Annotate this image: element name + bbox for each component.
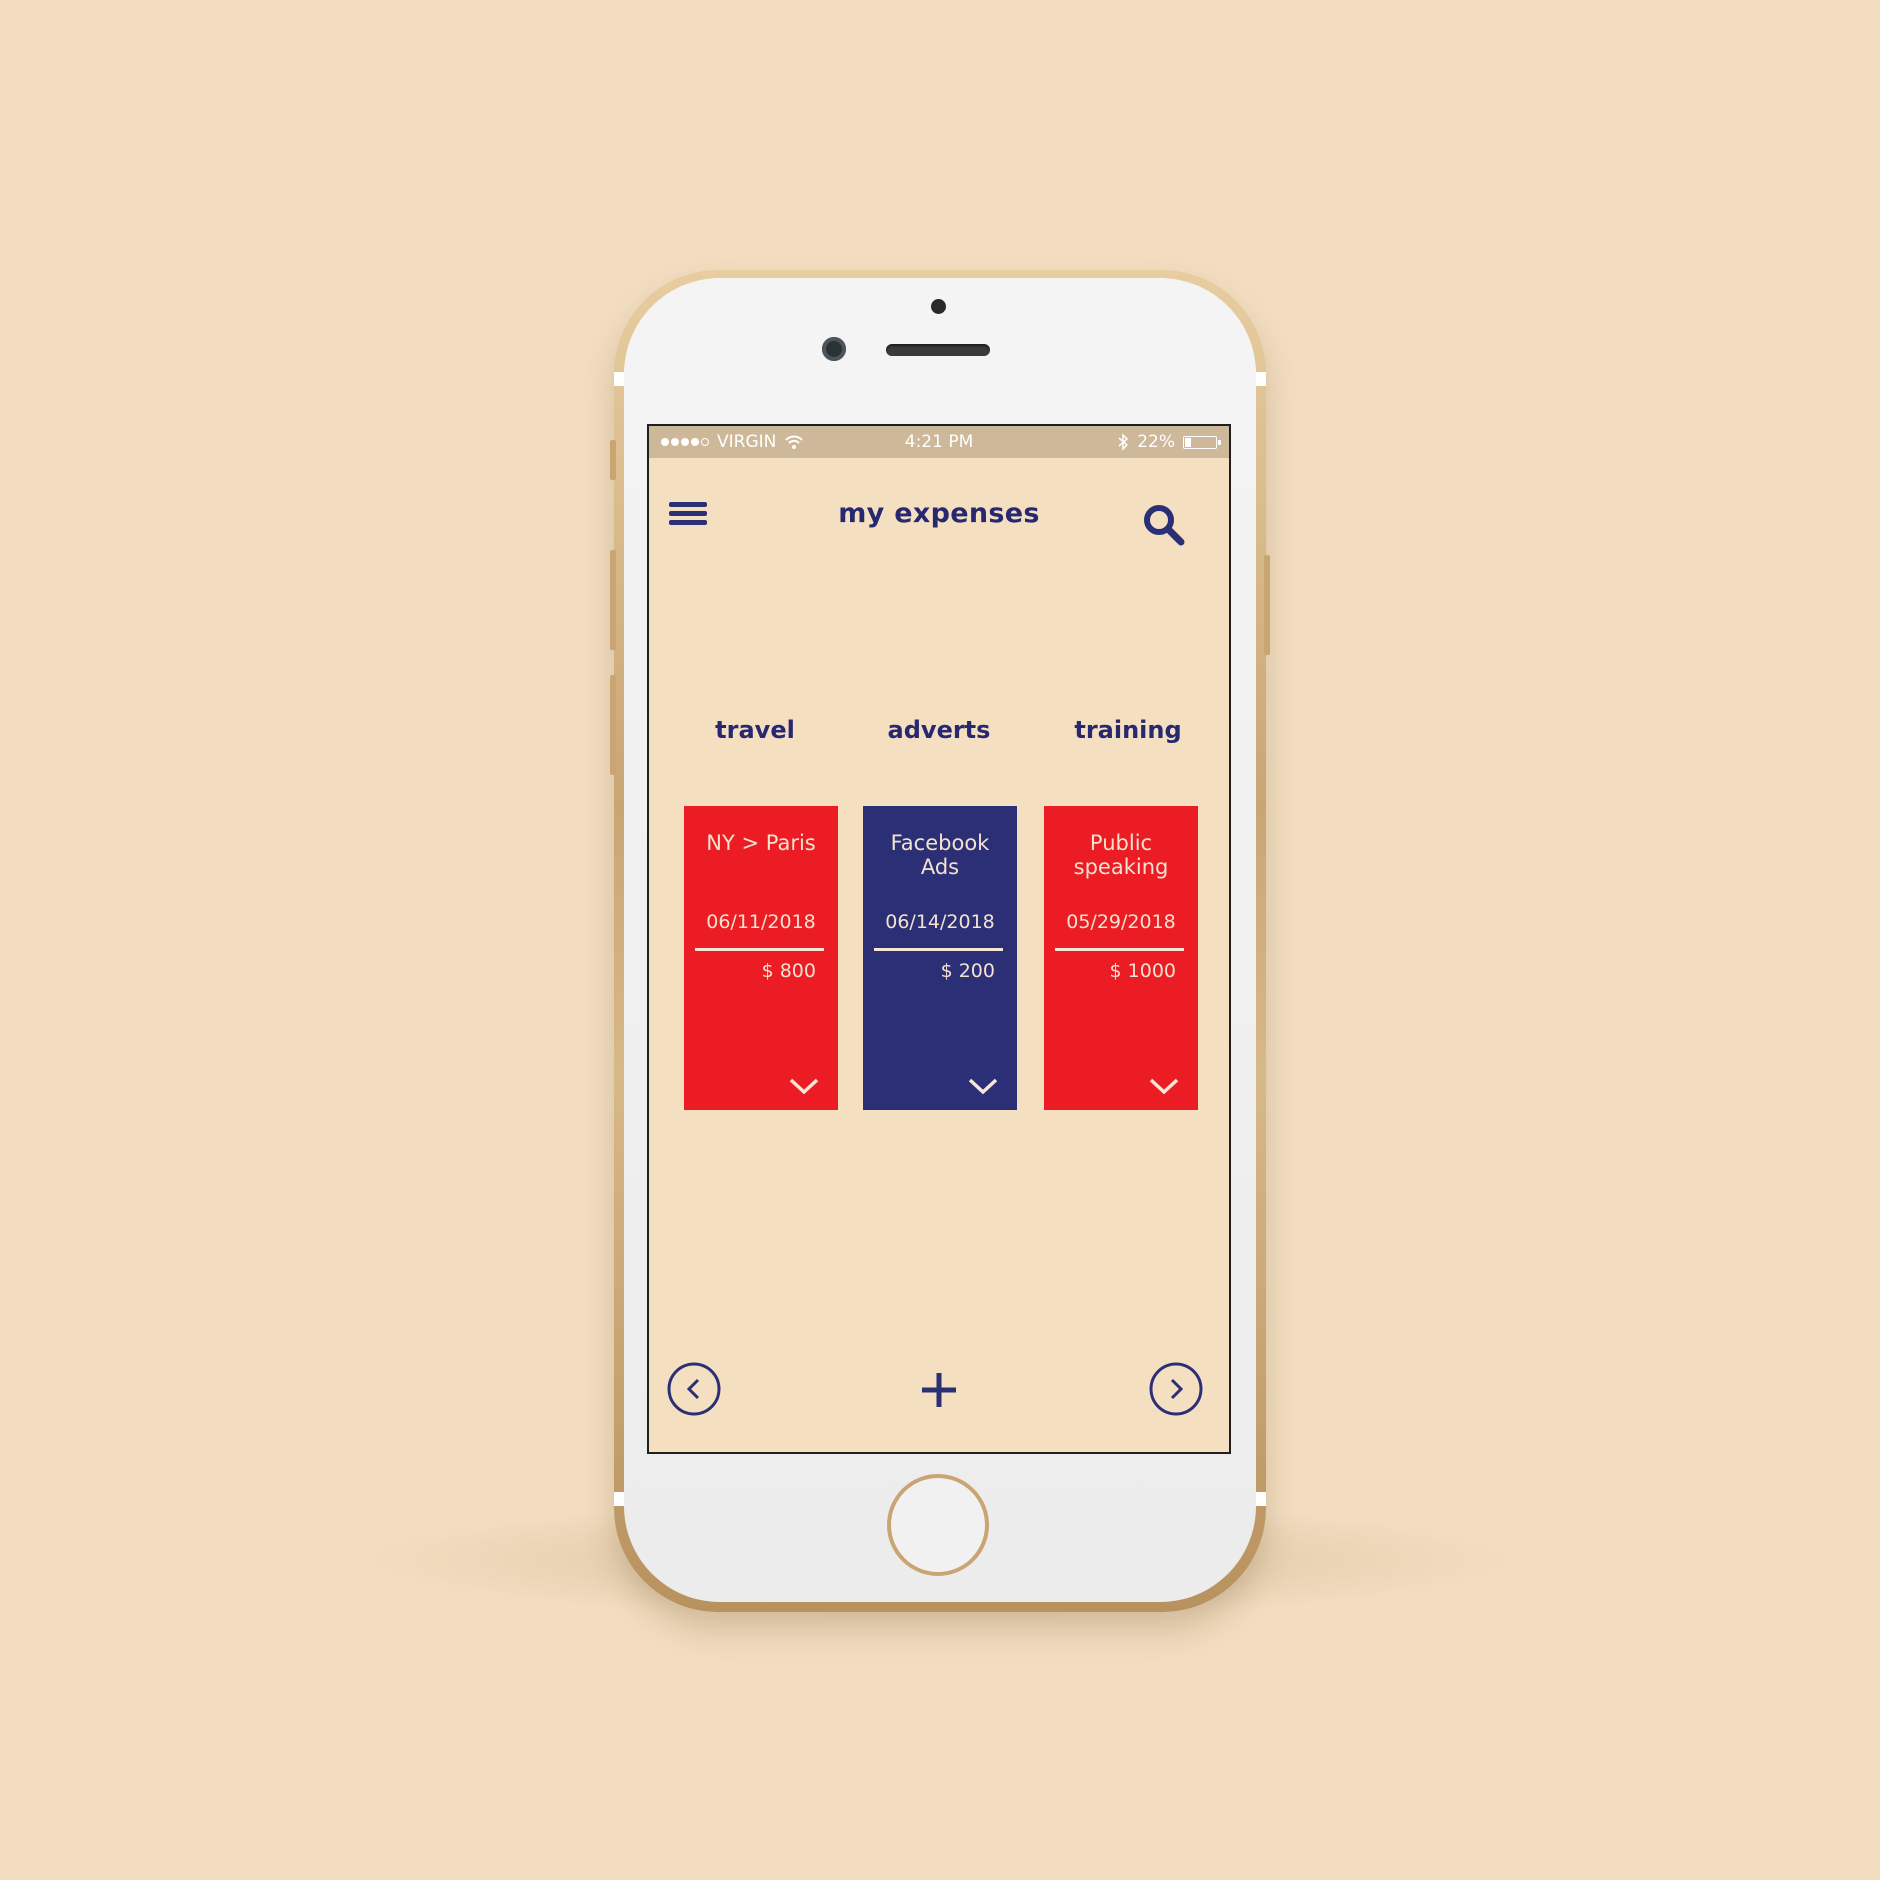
chevron-down-icon[interactable] <box>1148 1076 1180 1096</box>
chevron-down-icon[interactable] <box>967 1076 999 1096</box>
power-button <box>1264 555 1270 655</box>
status-right: 22% <box>1117 426 1221 458</box>
card-divider <box>1055 948 1184 951</box>
category-travel[interactable]: travel <box>675 716 835 744</box>
bluetooth-icon <box>1118 433 1129 451</box>
volume-down-button <box>610 675 616 775</box>
antenna-band <box>1256 1492 1266 1506</box>
card-date: 05/29/2018 <box>1066 911 1176 933</box>
battery-cap <box>1218 439 1221 445</box>
antenna-band <box>614 372 624 386</box>
plus-icon[interactable] <box>919 1370 959 1410</box>
antenna-band <box>1256 372 1266 386</box>
earpiece-speaker <box>886 344 990 356</box>
card-divider <box>695 948 824 951</box>
mute-switch <box>610 440 616 480</box>
chevron-right-circle-icon[interactable] <box>1149 1362 1203 1416</box>
card-amount: $ 200 <box>940 960 995 982</box>
card-amount: $ 1000 <box>1109 960 1176 982</box>
card-amount: $ 800 <box>761 960 816 982</box>
antenna-band <box>614 1492 624 1506</box>
home-button[interactable] <box>887 1474 989 1576</box>
category-header-row: travel adverts training <box>649 716 1229 756</box>
volume-up-button <box>610 550 616 650</box>
status-bar: VIRGIN 4:21 PM 22% <box>649 426 1229 458</box>
card-divider <box>874 948 1003 951</box>
search-icon[interactable] <box>1141 502 1187 548</box>
front-camera <box>822 337 846 361</box>
card-title: Public speaking <box>1073 831 1169 879</box>
expense-card-travel[interactable]: NY > Paris 06/11/2018 $ 800 <box>684 806 838 1110</box>
card-date: 06/11/2018 <box>706 911 816 933</box>
battery-percent: 22% <box>1137 432 1175 452</box>
front-sensor <box>931 299 946 314</box>
chevron-left-circle-icon[interactable] <box>667 1362 721 1416</box>
card-title: NY > Paris <box>706 831 816 855</box>
app-screen: VIRGIN 4:21 PM 22% my expenses travel ad… <box>647 424 1231 1454</box>
expense-card-training[interactable]: Public speaking 05/29/2018 $ 1000 <box>1044 806 1198 1110</box>
card-date: 06/14/2018 <box>885 911 995 933</box>
category-training[interactable]: training <box>1048 716 1208 744</box>
expense-card-adverts[interactable]: Facebook Ads 06/14/2018 $ 200 <box>863 806 1017 1110</box>
category-adverts[interactable]: adverts <box>859 716 1019 744</box>
card-title: Facebook Ads <box>890 831 990 879</box>
battery-fill <box>1185 437 1192 447</box>
battery-icon <box>1183 435 1221 449</box>
chevron-down-icon[interactable] <box>788 1076 820 1096</box>
